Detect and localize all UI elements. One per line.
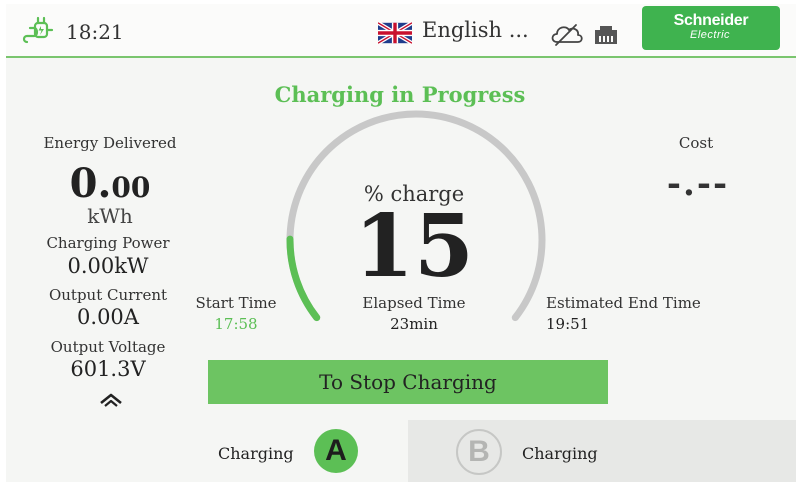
percent-charge-value: 15 bbox=[354, 196, 474, 297]
chevron-up-icon[interactable] bbox=[98, 390, 124, 408]
connector-a-badge: A bbox=[314, 429, 358, 473]
estimated-end-value: 19:51 bbox=[546, 315, 590, 333]
start-time-value: 17:58 bbox=[214, 315, 258, 333]
energy-delivered-label: Energy Delivered bbox=[43, 134, 177, 152]
energy-dec: 00 bbox=[111, 171, 151, 204]
elapsed-time-label: Elapsed Time bbox=[362, 294, 466, 312]
energy-unit: kWh bbox=[87, 204, 133, 228]
start-time-label: Start Time bbox=[195, 294, 277, 312]
language-selector[interactable]: English ... bbox=[422, 18, 529, 42]
output-voltage-value: 601.3V bbox=[70, 357, 146, 381]
connector-b-badge: B bbox=[456, 429, 502, 475]
cost-value: -.-- bbox=[666, 164, 730, 204]
stop-charging-button[interactable]: To Stop Charging bbox=[208, 360, 608, 404]
ev-plug-icon bbox=[22, 16, 54, 44]
output-current-value: 0.00A bbox=[77, 305, 139, 329]
brand-subtitle: Electric bbox=[690, 29, 731, 41]
energy-delivered-value: 0.00 bbox=[50, 164, 170, 204]
charging-status-title: Charging in Progress bbox=[274, 82, 526, 107]
ethernet-icon bbox=[595, 26, 617, 44]
estimated-end-label: Estimated End Time bbox=[546, 294, 701, 312]
uk-flag-icon[interactable] bbox=[378, 22, 412, 44]
connector-tab-a[interactable]: Charging A bbox=[6, 420, 408, 482]
schneider-logo: Schneider Electric bbox=[642, 6, 780, 50]
connector-a-status: Charging bbox=[218, 444, 294, 463]
clock-time: 18:21 bbox=[66, 20, 124, 44]
cloud-icon bbox=[551, 24, 583, 46]
elapsed-time-value: 23min bbox=[390, 315, 438, 333]
charging-power-value: 0.00kW bbox=[67, 254, 149, 278]
top-bar: 18:21 English ... Schneider Electric bbox=[6, 4, 796, 58]
cost-label: Cost bbox=[678, 134, 714, 152]
output-voltage-label: Output Voltage bbox=[50, 338, 166, 356]
energy-int: 0. bbox=[69, 160, 112, 207]
output-current-label: Output Current bbox=[48, 286, 168, 304]
connector-tab-b[interactable]: B Charging bbox=[408, 420, 796, 482]
charging-power-label: Charging Power bbox=[46, 234, 170, 252]
gauge-fill bbox=[286, 235, 321, 322]
charger-screen: 18:21 English ... Schneider Electric Cha… bbox=[6, 4, 796, 482]
connector-b-status: Charging bbox=[522, 444, 598, 463]
brand-name: Schneider bbox=[673, 12, 749, 29]
